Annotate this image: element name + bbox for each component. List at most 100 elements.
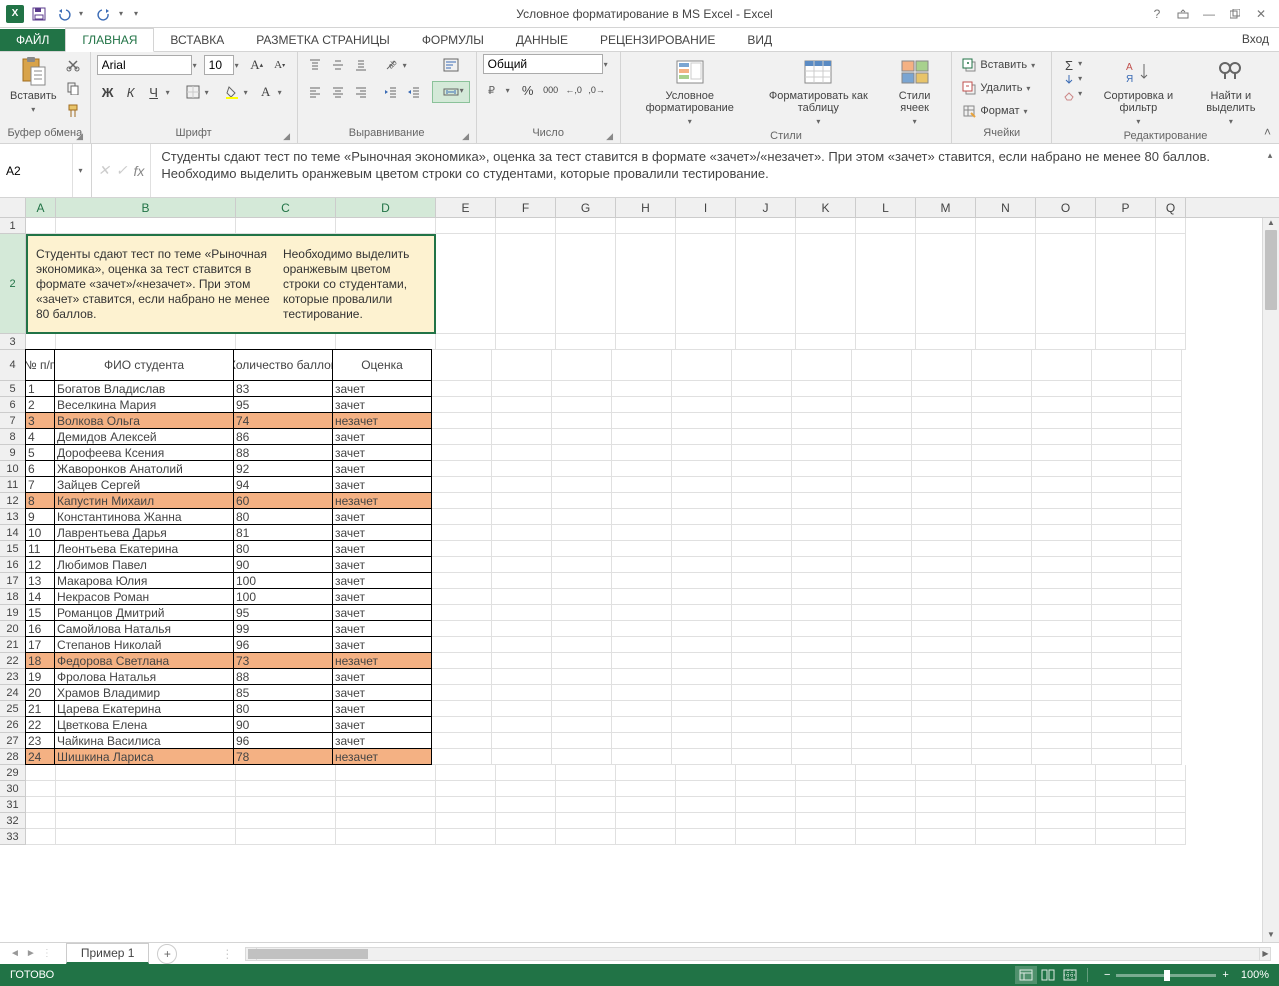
cell[interactable]: зачет	[332, 604, 432, 621]
underline-button[interactable]: Ч	[143, 81, 165, 103]
cell[interactable]	[852, 509, 912, 525]
cell[interactable]	[796, 334, 856, 350]
font-name-dd[interactable]: ▾	[193, 61, 203, 70]
cell[interactable]	[732, 605, 792, 621]
row-header-7[interactable]: 7	[0, 413, 26, 429]
cell[interactable]	[492, 397, 552, 413]
cell[interactable]	[556, 765, 616, 781]
horizontal-scrollbar[interactable]: ◀▶	[245, 947, 1271, 961]
cell[interactable]	[1032, 493, 1092, 509]
cell[interactable]	[732, 445, 792, 461]
formula-expand-button[interactable]: ▴	[1261, 144, 1279, 197]
cell[interactable]	[792, 381, 852, 397]
cell[interactable]	[26, 797, 56, 813]
cell[interactable]	[26, 813, 56, 829]
cell[interactable]	[1036, 334, 1096, 350]
number-launcher[interactable]: ◢	[604, 131, 616, 143]
cell[interactable]	[492, 413, 552, 429]
cell[interactable]	[612, 557, 672, 573]
cell[interactable]	[336, 829, 436, 845]
indent-increase[interactable]	[403, 81, 425, 103]
cell[interactable]	[432, 477, 492, 493]
cell[interactable]: Самойлова Наталья	[54, 620, 234, 637]
cell[interactable]	[852, 589, 912, 605]
cell[interactable]	[492, 445, 552, 461]
cell[interactable]	[1032, 669, 1092, 685]
cell[interactable]: 10	[25, 524, 55, 541]
cell[interactable]	[1152, 621, 1182, 637]
clear-button[interactable]	[1058, 84, 1080, 106]
cell[interactable]	[676, 218, 736, 234]
cell[interactable]	[672, 637, 732, 653]
cell[interactable]	[432, 509, 492, 525]
cell[interactable]	[492, 557, 552, 573]
cell[interactable]	[976, 334, 1036, 350]
font-size-input[interactable]	[204, 55, 234, 75]
cell[interactable]	[1036, 765, 1096, 781]
cell[interactable]	[1096, 218, 1156, 234]
cell[interactable]	[972, 350, 1032, 381]
cell[interactable]	[1152, 749, 1182, 765]
cell[interactable]	[972, 509, 1032, 525]
cell[interactable]: 23	[25, 732, 55, 749]
view-pagebreak-button[interactable]	[1059, 966, 1081, 984]
cell[interactable]	[912, 350, 972, 381]
cell[interactable]	[736, 334, 796, 350]
save-button[interactable]	[29, 4, 49, 24]
cell[interactable]	[732, 461, 792, 477]
cell[interactable]	[1096, 765, 1156, 781]
cell[interactable]	[1036, 234, 1096, 334]
cell[interactable]	[1032, 557, 1092, 573]
cell[interactable]: незачет	[332, 748, 432, 765]
cell[interactable]	[1156, 797, 1186, 813]
cell[interactable]: зачет	[332, 444, 432, 461]
cell[interactable]	[672, 653, 732, 669]
cell[interactable]	[616, 218, 676, 234]
cell[interactable]	[672, 397, 732, 413]
cell[interactable]	[792, 621, 852, 637]
cell[interactable]	[852, 461, 912, 477]
cell[interactable]	[972, 701, 1032, 717]
cell[interactable]	[856, 765, 916, 781]
tab-insert[interactable]: ВСТАВКА	[154, 29, 240, 51]
cell[interactable]	[432, 717, 492, 733]
cell[interactable]	[552, 621, 612, 637]
cell[interactable]: 81	[233, 524, 333, 541]
cell[interactable]	[852, 749, 912, 765]
find-select-button[interactable]: Найти и выделить▾	[1189, 54, 1273, 130]
cell[interactable]	[1152, 493, 1182, 509]
row-header-9[interactable]: 9	[0, 445, 26, 461]
cell[interactable]	[492, 541, 552, 557]
cell[interactable]	[732, 477, 792, 493]
cell[interactable]	[1092, 477, 1152, 493]
cell[interactable]	[612, 477, 672, 493]
cell[interactable]: 88	[233, 668, 333, 685]
cell[interactable]	[972, 621, 1032, 637]
cell[interactable]	[732, 653, 792, 669]
cell[interactable]	[1036, 781, 1096, 797]
cell[interactable]	[612, 445, 672, 461]
cell[interactable]	[852, 621, 912, 637]
cell[interactable]	[1152, 509, 1182, 525]
cell[interactable]	[496, 781, 556, 797]
cell[interactable]	[852, 733, 912, 749]
cell[interactable]	[432, 493, 492, 509]
cell[interactable]	[1096, 797, 1156, 813]
cell[interactable]	[556, 813, 616, 829]
cell[interactable]	[672, 445, 732, 461]
row-header-15[interactable]: 15	[0, 541, 26, 557]
cell[interactable]: зачет	[332, 588, 432, 605]
ribbon-options-button[interactable]	[1171, 4, 1195, 24]
cell[interactable]: 99	[233, 620, 333, 637]
cell[interactable]	[1156, 813, 1186, 829]
cell[interactable]	[236, 829, 336, 845]
cell[interactable]	[496, 797, 556, 813]
cell[interactable]	[672, 477, 732, 493]
close-button[interactable]: ✕	[1249, 4, 1273, 24]
col-header-Q[interactable]: Q	[1156, 198, 1186, 217]
cell[interactable]	[1152, 733, 1182, 749]
cell[interactable]: 19	[25, 668, 55, 685]
cell[interactable]	[672, 685, 732, 701]
col-header-M[interactable]: M	[916, 198, 976, 217]
cell[interactable]	[336, 781, 436, 797]
